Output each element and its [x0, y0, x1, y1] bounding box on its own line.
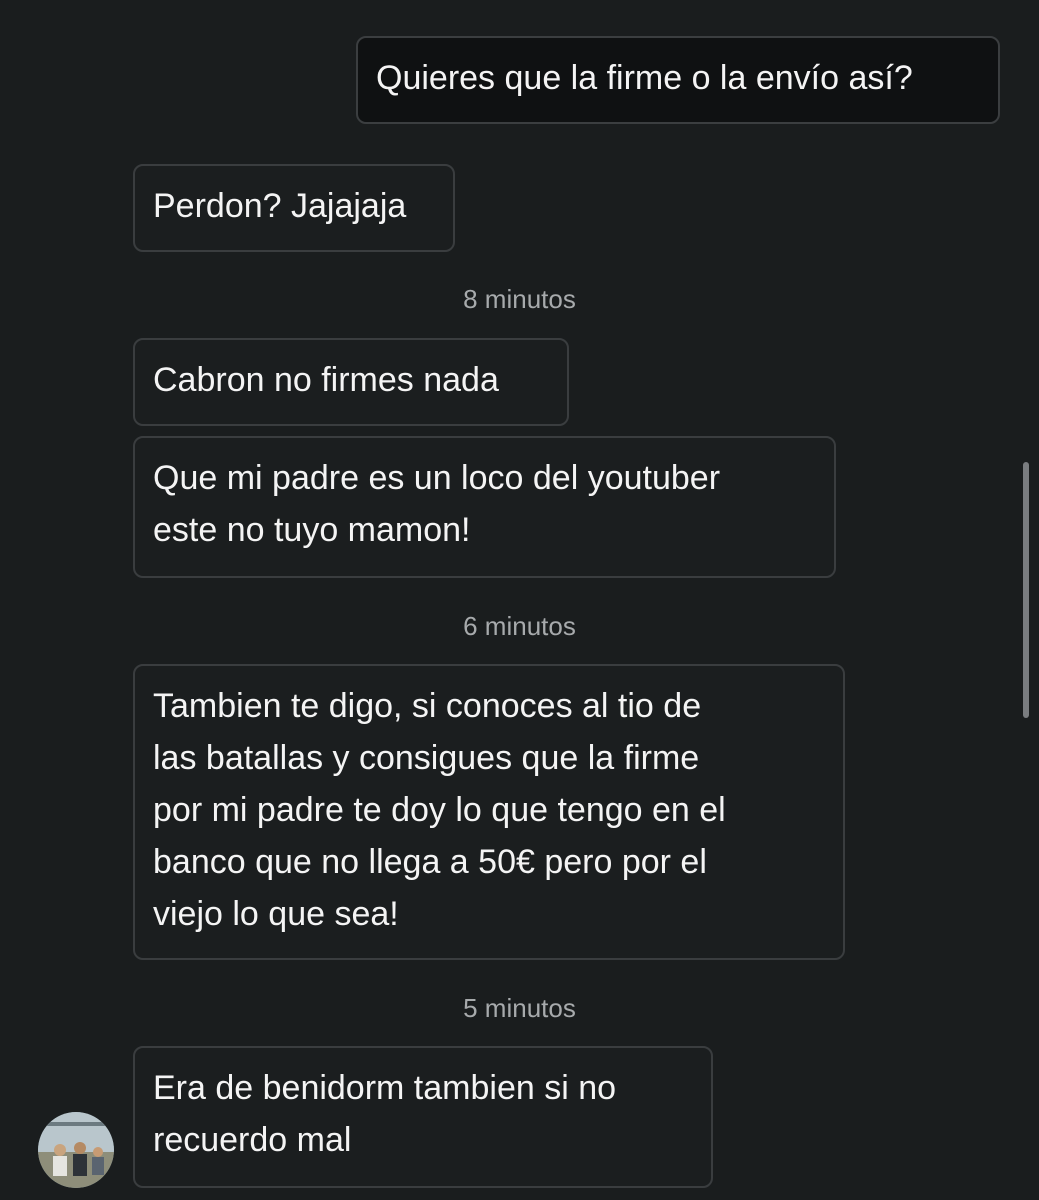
message-bubble-incoming[interactable]: Era de benidorm tambien si no recuerdo m… — [133, 1046, 713, 1188]
message-timestamp: 6 minutos — [463, 611, 576, 641]
message-bubble-incoming[interactable]: Cabron no firmes nada — [133, 338, 569, 426]
avatar-photo-icon — [38, 1112, 114, 1188]
message-timestamp: 5 minutos — [463, 993, 576, 1023]
message-bubble-incoming[interactable]: Que mi padre es un loco del youtuber est… — [133, 436, 836, 578]
chat-thread: Quieres que la firme o la envío así? Per… — [0, 0, 1039, 1200]
message-bubble-outgoing[interactable]: Quieres que la firme o la envío así? — [356, 36, 1000, 124]
contact-avatar-icon[interactable] — [38, 1112, 114, 1188]
message-bubble-incoming[interactable]: Perdon? Jajajaja — [133, 164, 455, 252]
message-bubble-incoming[interactable]: Tambien te digo, si conoces al tio de la… — [133, 664, 845, 960]
scrollbar-thumb[interactable] — [1023, 462, 1029, 718]
message-timestamp: 8 minutos — [463, 284, 576, 314]
